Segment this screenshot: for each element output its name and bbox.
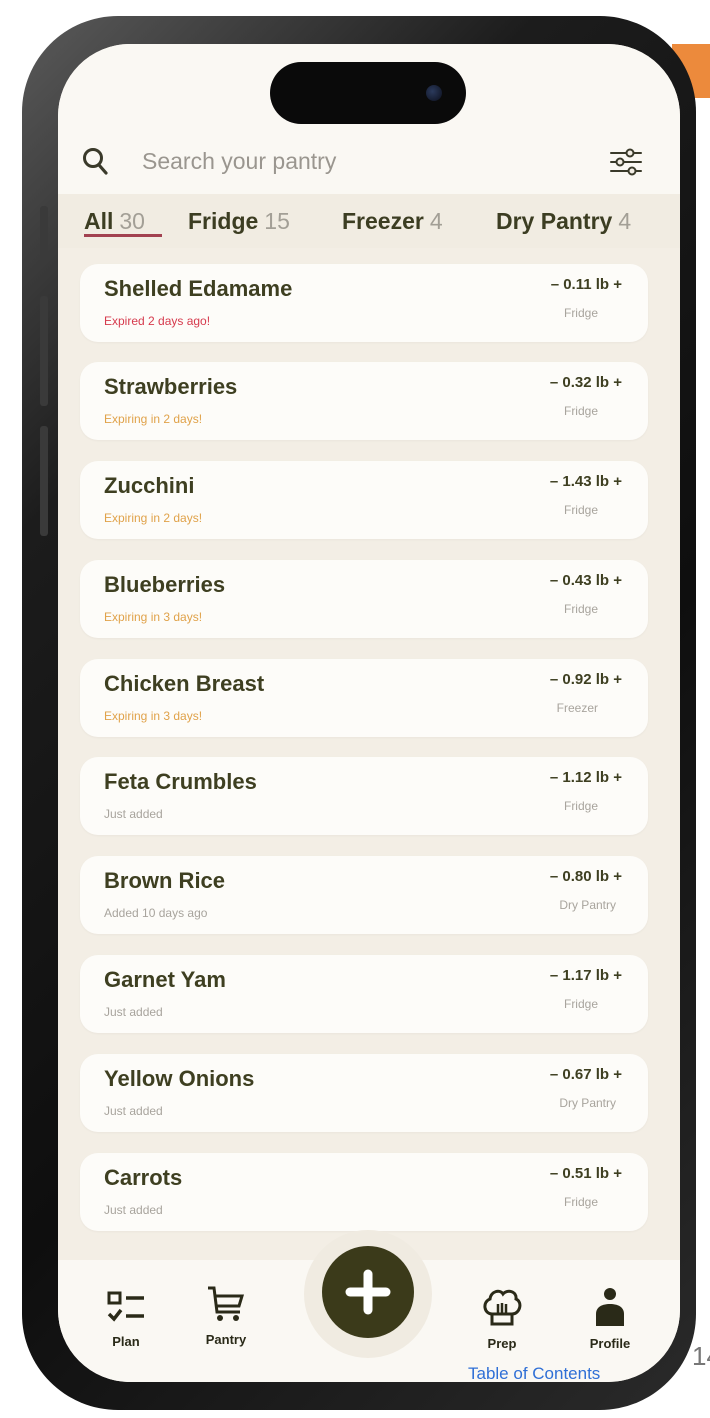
phone-volume-up-button <box>40 296 48 406</box>
nav-label: Prep <box>487 1336 517 1351</box>
item-status: Just added <box>104 1005 163 1019</box>
add-item-button[interactable] <box>322 1246 414 1338</box>
item-status: Added 10 days ago <box>104 906 208 920</box>
item-quantity-stepper[interactable]: – 0.32 lb + <box>550 374 622 391</box>
pantry-item[interactable]: Yellow Onions Just added – 0.67 lb + Dry… <box>80 1054 648 1132</box>
item-status: Just added <box>104 1104 163 1118</box>
nav-prep[interactable]: Prep <box>472 1286 532 1351</box>
item-status: Expiring in 3 days! <box>104 709 203 723</box>
item-status: Expiring in 2 days! <box>104 412 203 426</box>
item-location: Fridge <box>563 799 598 813</box>
nav-plan[interactable]: Plan <box>96 1290 156 1349</box>
search-input[interactable]: Search your pantry <box>142 145 336 177</box>
item-location: Dry Pantry <box>559 1096 616 1110</box>
item-name: Blueberries <box>104 572 226 597</box>
item-location: Fridge <box>563 1195 598 1209</box>
tab-all[interactable]: All 30 <box>84 208 145 235</box>
page-number: 14 <box>692 1341 710 1371</box>
item-quantity-stepper[interactable]: – 1.17 lb + <box>550 967 622 984</box>
nav-profile[interactable]: Profile <box>580 1286 640 1351</box>
nav-label: Plan <box>112 1334 140 1349</box>
camera-lens <box>426 85 442 101</box>
tab-label: All <box>84 208 114 234</box>
item-quantity-stepper[interactable]: – 1.12 lb + <box>550 769 622 786</box>
pantry-item[interactable]: Brown Rice Added 10 days ago – 0.80 lb +… <box>80 856 648 934</box>
user-profile-icon <box>596 1288 624 1326</box>
item-location: Fridge <box>563 997 598 1011</box>
tab-label: Fridge <box>188 208 259 234</box>
pantry-item[interactable]: Garnet Yam Just added – 1.17 lb + Fridge <box>80 955 648 1033</box>
tab-label: Freezer <box>342 208 424 234</box>
item-quantity-stepper[interactable]: – 0.43 lb + <box>550 572 622 589</box>
tab-dry-pantry[interactable]: Dry Pantry 4 <box>496 208 631 235</box>
active-tab-indicator <box>84 234 162 237</box>
item-name: Strawberries <box>104 374 238 399</box>
item-quantity-stepper[interactable]: – 0.51 lb + <box>550 1165 622 1182</box>
item-name: Feta Crumbles <box>104 769 257 794</box>
item-name: Yellow Onions <box>104 1066 255 1091</box>
pantry-item[interactable]: Feta Crumbles Just added – 1.12 lb + Fri… <box>80 757 648 835</box>
item-location: Fridge <box>563 404 598 418</box>
nav-pantry[interactable]: Pantry <box>194 1284 258 1347</box>
item-name: Garnet Yam <box>104 967 226 992</box>
item-quantity-stepper[interactable]: – 0.92 lb + <box>550 671 622 688</box>
pantry-item[interactable]: Blueberries Expiring in 3 days! – 0.43 l… <box>80 560 648 638</box>
plus-icon <box>345 1269 391 1315</box>
nav-label: Pantry <box>205 1332 247 1347</box>
chef-hat-icon <box>483 1289 522 1326</box>
item-quantity-stepper[interactable]: – 0.80 lb + <box>550 868 622 885</box>
pantry-item[interactable]: Carrots Just added – 0.51 lb + Fridge <box>80 1153 648 1231</box>
item-status: Expiring in 2 days! <box>104 511 203 525</box>
pantry-item[interactable]: Strawberries Expiring in 2 days! – 0.32 … <box>80 362 648 440</box>
search-icon[interactable] <box>82 146 108 176</box>
tab-count: 4 <box>618 208 632 234</box>
dynamic-island <box>270 62 466 124</box>
tab-count: 15 <box>264 208 290 234</box>
tab-count: 4 <box>429 208 443 234</box>
item-location: Fridge <box>563 602 598 616</box>
checklist-icon <box>107 1291 144 1322</box>
phone-volume-down-button <box>40 426 48 536</box>
item-location: Fridge <box>563 306 598 320</box>
item-location: Freezer <box>556 701 598 715</box>
tab-fridge[interactable]: Fridge 15 <box>188 208 290 235</box>
location-tabs: All 30 Fridge 15 Freezer 4 Dry Pantry 4 <box>58 194 680 248</box>
item-quantity-stepper[interactable]: – 0.11 lb + <box>551 276 622 293</box>
item-quantity-stepper[interactable]: – 0.67 lb + <box>550 1066 622 1083</box>
item-quantity-stepper[interactable]: – 1.43 lb + <box>550 473 622 490</box>
item-status: Expired 2 days ago! <box>104 314 211 328</box>
table-of-contents-link[interactable]: Table of Contents <box>468 1364 600 1384</box>
item-status: Expiring in 3 days! <box>104 610 203 624</box>
tab-label: Dry Pantry <box>496 208 613 234</box>
item-status: Just added <box>104 1203 163 1217</box>
item-location: Fridge <box>563 503 598 517</box>
pantry-item[interactable]: Chicken Breast Expiring in 3 days! – 0.9… <box>80 659 648 737</box>
item-name: Brown Rice <box>104 868 226 893</box>
filter-sliders-icon[interactable] <box>608 146 644 178</box>
nav-label: Profile <box>589 1336 631 1351</box>
phone-side-button <box>40 206 48 262</box>
item-name: Shelled Edamame <box>104 276 293 301</box>
item-name: Carrots <box>104 1165 183 1190</box>
tab-count: 30 <box>119 208 145 234</box>
tab-freezer[interactable]: Freezer 4 <box>342 208 443 235</box>
pantry-item[interactable]: Zucchini Expiring in 2 days! – 1.43 lb +… <box>80 461 648 539</box>
item-location: Dry Pantry <box>559 898 616 912</box>
pantry-item[interactable]: Shelled Edamame Expired 2 days ago! – 0.… <box>80 264 648 342</box>
item-name: Zucchini <box>104 473 195 498</box>
app-screen: Search your pantry All 30 Fridge 15 Freeze… <box>58 44 680 1382</box>
item-status: Just added <box>104 807 163 821</box>
shopping-cart-icon <box>208 1286 245 1321</box>
item-name: Chicken Breast <box>104 671 265 696</box>
